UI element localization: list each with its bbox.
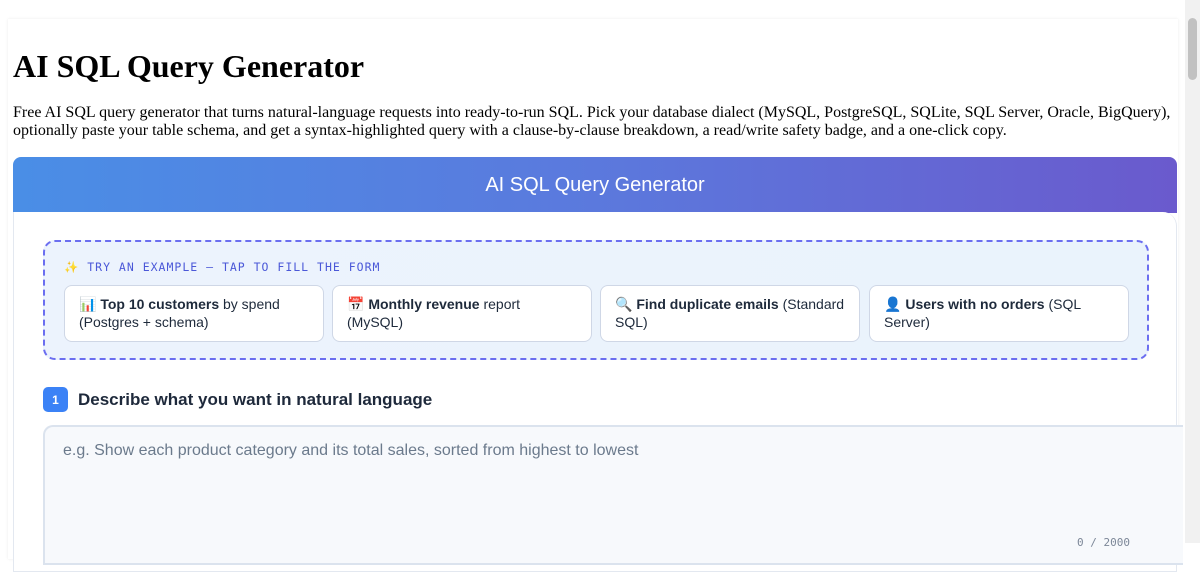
tool-header: AI SQL Query Generator: [13, 157, 1177, 213]
page-title: AI SQL Query Generator: [13, 48, 365, 84]
intro-paragraph: Free AI SQL query generator that turns n…: [13, 104, 1171, 139]
example-chip-duplicate-emails[interactable]: 🔍 Find duplicate emails (Standard SQL): [600, 285, 860, 342]
step-1-heading: 1 Describe what you want in natural lang…: [43, 387, 432, 412]
magnifier-icon: 🔍: [615, 296, 633, 312]
step-label: Describe what you want in natural langua…: [78, 389, 433, 409]
example-chip-bold: Users with no orders: [905, 296, 1045, 312]
page-container: AI SQL Query Generator Free AI SQL query…: [8, 19, 1183, 572]
example-chip-users-no-orders[interactable]: 👤 Users with no orders (SQL Server): [869, 285, 1129, 342]
example-chip-top-customers[interactable]: 📊 Top 10 customers by spend (Postgres + …: [64, 285, 324, 342]
example-chip-bold: Monthly revenue: [368, 296, 480, 312]
query-input-container: 0 / 2000: [43, 425, 1183, 565]
tool-header-title: AI SQL Query Generator: [485, 173, 705, 196]
user-icon: 👤: [884, 296, 902, 312]
scrollbar-thumb[interactable]: [1188, 18, 1197, 80]
examples-label: ✨ TRY AN EXAMPLE — TAP TO FILL THE FORM: [64, 260, 381, 274]
page-scrollbar[interactable]: [1185, 0, 1200, 543]
bar-chart-icon: 📊: [79, 296, 97, 312]
example-chip-bold: Find duplicate emails: [636, 296, 779, 312]
example-chip-bold: Top 10 customers: [100, 296, 220, 312]
step-number-badge: 1: [43, 387, 68, 412]
tool-panel: ✨ TRY AN EXAMPLE — TAP TO FILL THE FORM …: [13, 212, 1183, 572]
calendar-icon: 📅: [347, 296, 365, 312]
examples-box: ✨ TRY AN EXAMPLE — TAP TO FILL THE FORM …: [43, 240, 1149, 360]
example-chip-monthly-revenue[interactable]: 📅 Monthly revenue report (MySQL): [332, 285, 592, 342]
